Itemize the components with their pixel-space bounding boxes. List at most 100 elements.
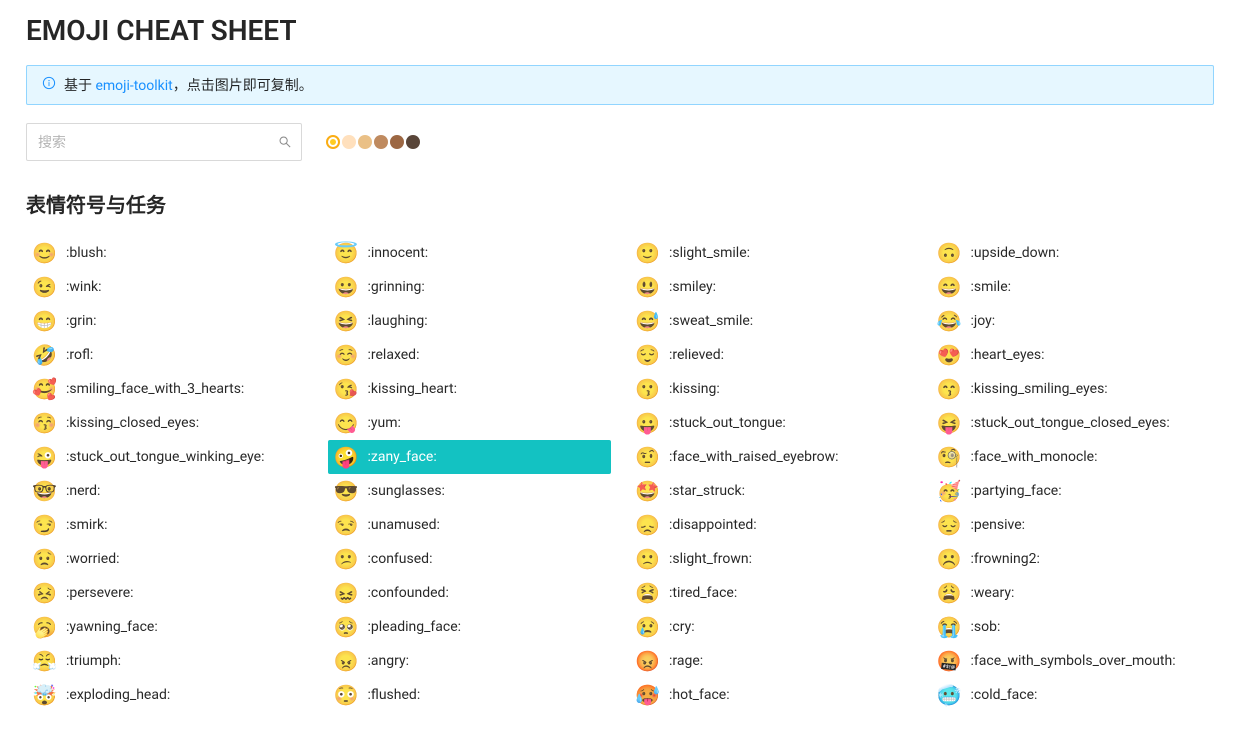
emoji-code: :blush: xyxy=(66,245,107,261)
emoji-code: :smiley: xyxy=(669,279,716,295)
emoji-item[interactable]: 🥰:smiling_face_with_3_hearts: xyxy=(26,372,310,406)
emoji-item[interactable]: 😜:stuck_out_tongue_winking_eye: xyxy=(26,440,310,474)
skin-tone-1[interactable] xyxy=(342,135,356,149)
emoji-glyph: 🤨 xyxy=(635,447,657,467)
emoji-item[interactable]: 🤩:star_struck: xyxy=(629,474,913,508)
emoji-item[interactable]: 😔:pensive: xyxy=(931,508,1215,542)
emoji-item[interactable]: 🤯:exploding_head: xyxy=(26,678,310,712)
emoji-item[interactable]: 😠:angry: xyxy=(328,644,612,678)
emoji-code: :upside_down: xyxy=(971,245,1060,261)
emoji-item[interactable]: 😂:joy: xyxy=(931,304,1215,338)
emoji-code: :relieved: xyxy=(669,347,724,363)
emoji-item[interactable]: 😆:laughing: xyxy=(328,304,612,338)
skin-tone-picker xyxy=(326,135,420,149)
emoji-item[interactable]: 😁:grin: xyxy=(26,304,310,338)
emoji-item[interactable]: ☹️:frowning2: xyxy=(931,542,1215,576)
emoji-item[interactable]: 😡:rage: xyxy=(629,644,913,678)
emoji-item[interactable]: 😚 :kissing_closed_eyes: xyxy=(26,406,310,440)
search-input[interactable] xyxy=(26,123,302,161)
emoji-glyph: 🥵 xyxy=(635,685,657,705)
emoji-item[interactable]: 🤨:face_with_raised_eyebrow: xyxy=(629,440,913,474)
emoji-item[interactable]: 🙃 :upside_down: xyxy=(931,236,1215,270)
emoji-glyph: 🥶 xyxy=(937,685,959,705)
emoji-item[interactable]: 🙁:slight_frown: xyxy=(629,542,913,576)
emoji-glyph: 🙃 xyxy=(937,243,959,263)
emoji-item[interactable]: 😙:kissing_smiling_eyes: xyxy=(931,372,1215,406)
emoji-item[interactable]: 😅:sweat_smile: xyxy=(629,304,913,338)
emoji-glyph: 😙 xyxy=(937,379,959,399)
emoji-item[interactable]: 😤:triumph: xyxy=(26,644,310,678)
emoji-glyph: 😚 xyxy=(32,413,54,433)
emoji-code: :kissing_closed_eyes: xyxy=(66,415,199,431)
emoji-item[interactable]: 😗:kissing: xyxy=(629,372,913,406)
emoji-item[interactable]: 😣:persevere: xyxy=(26,576,310,610)
emoji-item[interactable]: 🥳:partying_face: xyxy=(931,474,1215,508)
toolbar xyxy=(26,123,1214,161)
emoji-glyph: 🤪 xyxy=(334,447,356,467)
emoji-glyph: 😜 xyxy=(32,447,54,467)
emoji-item[interactable]: 😌:relieved: xyxy=(629,338,913,372)
emoji-item[interactable]: 😏:smirk: xyxy=(26,508,310,542)
emoji-item[interactable]: 🥶:cold_face: xyxy=(931,678,1215,712)
emoji-item[interactable]: 😕:confused: xyxy=(328,542,612,576)
emoji-code: :smile: xyxy=(971,279,1012,295)
emoji-item[interactable]: 😝:stuck_out_tongue_closed_eyes: xyxy=(931,406,1215,440)
emoji-code: :innocent: xyxy=(368,245,429,261)
emoji-item[interactable]: 🤪:zany_face: xyxy=(328,440,612,474)
emoji-item[interactable]: 😳:flushed: xyxy=(328,678,612,712)
emoji-item[interactable]: 😋:yum: xyxy=(328,406,612,440)
emoji-item[interactable]: 😩:weary: xyxy=(931,576,1215,610)
emoji-item[interactable]: 😎:sunglasses: xyxy=(328,474,612,508)
emoji-item[interactable]: 😃 :smiley: xyxy=(629,270,913,304)
emoji-code: :stuck_out_tongue_closed_eyes: xyxy=(971,415,1170,431)
emoji-item[interactable]: 😫:tired_face: xyxy=(629,576,913,610)
emoji-item[interactable]: 😢:cry: xyxy=(629,610,913,644)
emoji-item[interactable]: 🥱:yawning_face: xyxy=(26,610,310,644)
emoji-glyph: 🥰 xyxy=(32,379,54,399)
emoji-item[interactable]: 😊 :blush: xyxy=(26,236,310,270)
emoji-item[interactable]: 😛:stuck_out_tongue: xyxy=(629,406,913,440)
emoji-item[interactable]: 😍:heart_eyes: xyxy=(931,338,1215,372)
emoji-glyph: 😃 xyxy=(635,277,657,297)
emoji-item[interactable]: 😟:worried: xyxy=(26,542,310,576)
emoji-code: :pleading_face: xyxy=(368,619,462,635)
emoji-item[interactable]: 😒:unamused: xyxy=(328,508,612,542)
emoji-code: :cry: xyxy=(669,619,695,635)
emoji-glyph: ☹️ xyxy=(937,549,959,569)
emoji-item[interactable]: 😀:grinning: xyxy=(328,270,612,304)
emoji-item[interactable]: 😉:wink: xyxy=(26,270,310,304)
alert-prefix: 基于 xyxy=(64,78,95,94)
emoji-code: :pensive: xyxy=(971,517,1026,533)
emoji-item[interactable]: 🤓:nerd: xyxy=(26,474,310,508)
emoji-item[interactable]: 🥵:hot_face: xyxy=(629,678,913,712)
emoji-glyph: 😀 xyxy=(334,277,356,297)
skin-tone-3[interactable] xyxy=(374,135,388,149)
skin-tone-5[interactable] xyxy=(406,135,420,149)
emoji-item[interactable]: 😭:sob: xyxy=(931,610,1215,644)
emoji-glyph: 😍 xyxy=(937,345,959,365)
emoji-item[interactable]: 🧐:face_with_monocle: xyxy=(931,440,1215,474)
emoji-code: :relaxed: xyxy=(368,347,420,363)
emoji-item[interactable]: 🤬:face_with_symbols_over_mouth: xyxy=(931,644,1215,678)
emoji-item[interactable]: 😞:disappointed: xyxy=(629,508,913,542)
skin-tone-0[interactable] xyxy=(326,135,340,149)
emoji-item[interactable]: 🙂:slight_smile: xyxy=(629,236,913,270)
emoji-item[interactable]: 😇:innocent: xyxy=(328,236,612,270)
skin-tone-2[interactable] xyxy=(358,135,372,149)
search-icon[interactable] xyxy=(278,135,292,149)
section-title: 表情符号与任务 xyxy=(26,189,1214,218)
emoji-item[interactable]: 🤣:rofl: xyxy=(26,338,310,372)
emoji-code: :slight_frown: xyxy=(669,551,752,567)
page-title: EMOJI CHEAT SHEET xyxy=(26,14,1214,47)
emoji-item[interactable]: 🥺:pleading_face: xyxy=(328,610,612,644)
emoji-item[interactable]: 😄:smile: xyxy=(931,270,1215,304)
emoji-glyph: 😊 xyxy=(32,243,54,263)
emoji-code: :rofl: xyxy=(66,347,93,363)
emoji-item[interactable]: 😘:kissing_heart: xyxy=(328,372,612,406)
skin-tone-4[interactable] xyxy=(390,135,404,149)
emoji-item[interactable]: 😖:confounded: xyxy=(328,576,612,610)
emoji-code: :laughing: xyxy=(368,313,428,329)
emoji-code: :triumph: xyxy=(66,653,121,669)
emoji-item[interactable]: ☺️:relaxed: xyxy=(328,338,612,372)
alert-link[interactable]: emoji-toolkit xyxy=(95,78,172,94)
